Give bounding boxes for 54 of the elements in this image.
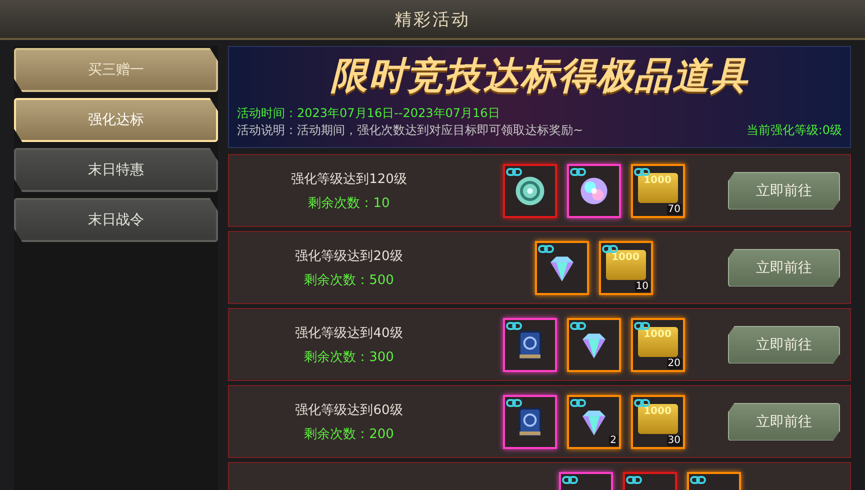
chain-link-icon [570, 320, 586, 330]
item-count: 2 [609, 434, 618, 446]
reward-item[interactable] [566, 164, 620, 218]
description: 活动说明：活动期间，强化次数达到对应目标即可领取达标奖励~ [237, 122, 584, 139]
go-button[interactable]: 立即前往 [728, 248, 840, 286]
time-label: 活动时间： [237, 106, 297, 120]
sidebar-tab[interactable]: 末日战令 [14, 198, 218, 242]
goal-text: 强化等级达到40级 [295, 324, 403, 342]
chain-link-icon [626, 474, 642, 484]
item-count: 20 [666, 358, 682, 368]
chain-link-icon [562, 474, 578, 484]
item-count: 10 [634, 280, 650, 292]
reward-item[interactable]: 1000 70 [630, 164, 684, 218]
coin-ticket-icon: 1000 [606, 250, 646, 280]
reward-item[interactable]: 1000 10 [598, 240, 652, 294]
remaining-count: 剩余次数：10 [308, 194, 390, 212]
chain-link-icon [602, 244, 618, 254]
coin-ticket-icon: 1000 [638, 326, 678, 356]
current-level: 当前强化等级:0级 [746, 122, 842, 139]
chain-link-icon [690, 474, 706, 484]
remaining-count: 剩余次数：300 [304, 348, 394, 366]
chain-link-icon [506, 398, 522, 408]
reward-item[interactable] [502, 318, 556, 372]
sidebar-tab[interactable]: 末日特惠 [14, 148, 218, 192]
reward-item[interactable]: 1000 30 [630, 394, 684, 448]
time-value: 2023年07月16日--2023年07月16日 [297, 106, 500, 120]
banner-headline: 限时竞技达标得极品道具 [330, 53, 750, 99]
chain-link-icon [570, 398, 586, 408]
coin-ticket-icon: 1000 [638, 404, 678, 434]
item-count: 30 [666, 434, 682, 446]
chain-link-icon [506, 320, 522, 330]
reward-item[interactable] [502, 394, 556, 448]
chain-link-icon [634, 398, 650, 408]
chain-link-icon [538, 244, 554, 254]
reward-item[interactable] [534, 240, 588, 294]
chain-link-icon [570, 166, 586, 176]
reward-item[interactable]: 1000 20 [630, 318, 684, 372]
go-button[interactable]: 立即前往 [728, 326, 840, 364]
reward-item[interactable] [502, 164, 556, 218]
go-button[interactable]: 立即前往 [728, 172, 840, 210]
reward-item[interactable]: 2 [566, 394, 620, 448]
remaining-count: 剩余次数：200 [304, 426, 394, 442]
window-title: 精彩活动 [394, 8, 470, 30]
chain-link-icon [634, 166, 650, 176]
reward-item[interactable] [566, 318, 620, 372]
remaining-count: 剩余次数：500 [304, 272, 394, 288]
coin-ticket-icon: 1000 [638, 172, 678, 202]
go-button[interactable]: 立即前往 [728, 402, 840, 440]
item-count: 70 [666, 204, 682, 214]
chain-link-icon [506, 166, 522, 176]
goal-text: 强化等级达到20级 [295, 248, 403, 264]
goal-text: 强化等级达到120级 [291, 170, 407, 188]
goal-text: 强化等级达到60级 [295, 402, 403, 418]
chain-link-icon [634, 320, 650, 330]
